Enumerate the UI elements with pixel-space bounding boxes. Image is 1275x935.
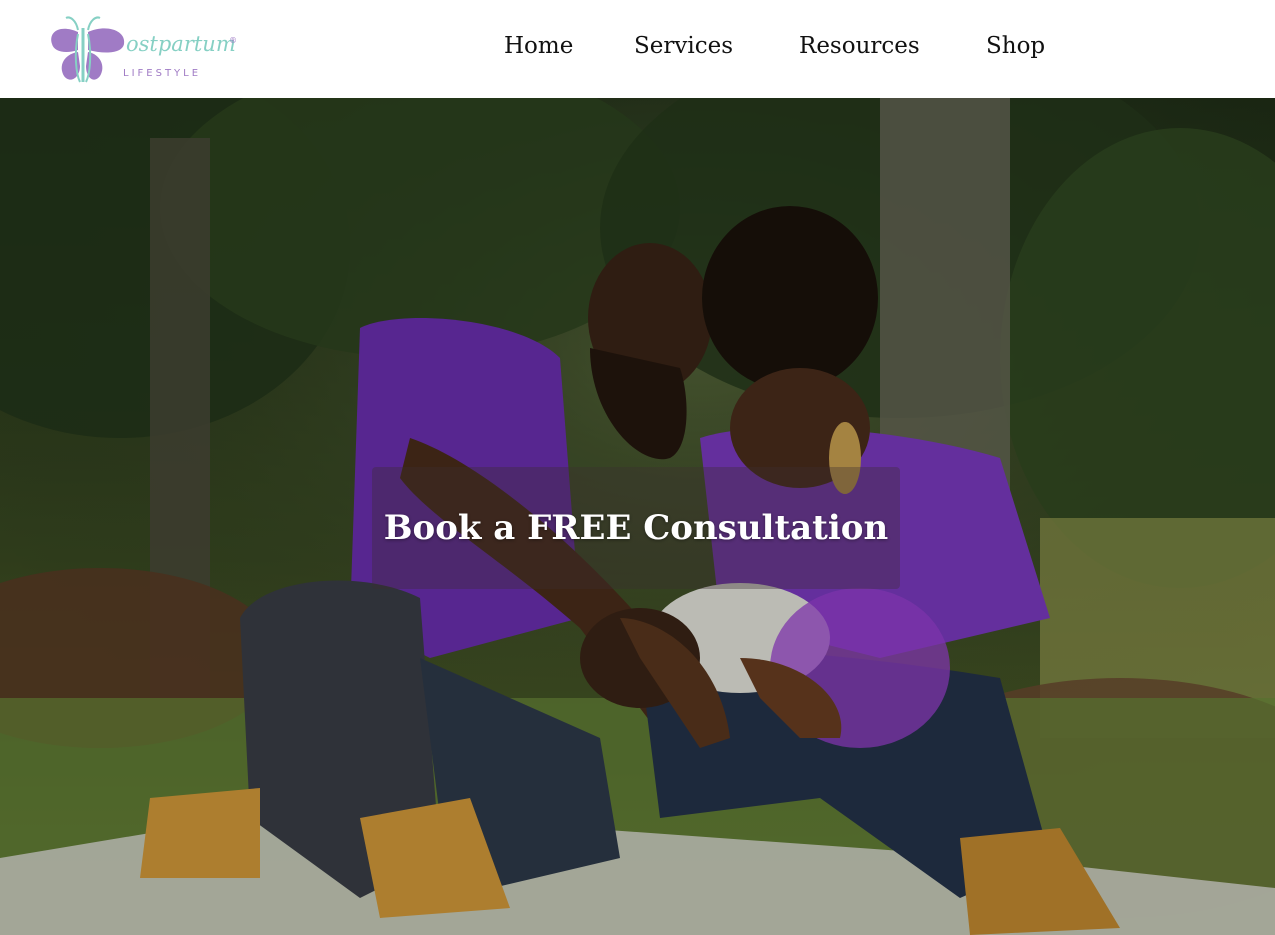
nav-item-home[interactable]: Home — [504, 33, 573, 59]
nav-item-services[interactable]: Services — [634, 33, 733, 59]
logo-subtitle: LIFESTYLE — [123, 68, 202, 79]
book-consultation-button[interactable]: Book a FREE Consultation — [372, 467, 900, 589]
logo-wordmark: ostpartum — [126, 32, 236, 56]
nav-item-resources[interactable]: Resources — [799, 33, 920, 59]
book-consultation-label: Book a FREE Consultation — [383, 508, 889, 548]
registered-mark: ® — [229, 36, 237, 45]
brand-logo[interactable]: ostpartum ® LIFESTYLE — [48, 14, 243, 84]
hero-banner: Book a FREE Consultation — [0, 98, 1275, 935]
site-header: ostpartum ® LIFESTYLE Home Services Reso… — [0, 0, 1275, 98]
nav-item-shop[interactable]: Shop — [986, 33, 1045, 59]
butterfly-logo-icon — [51, 16, 125, 83]
